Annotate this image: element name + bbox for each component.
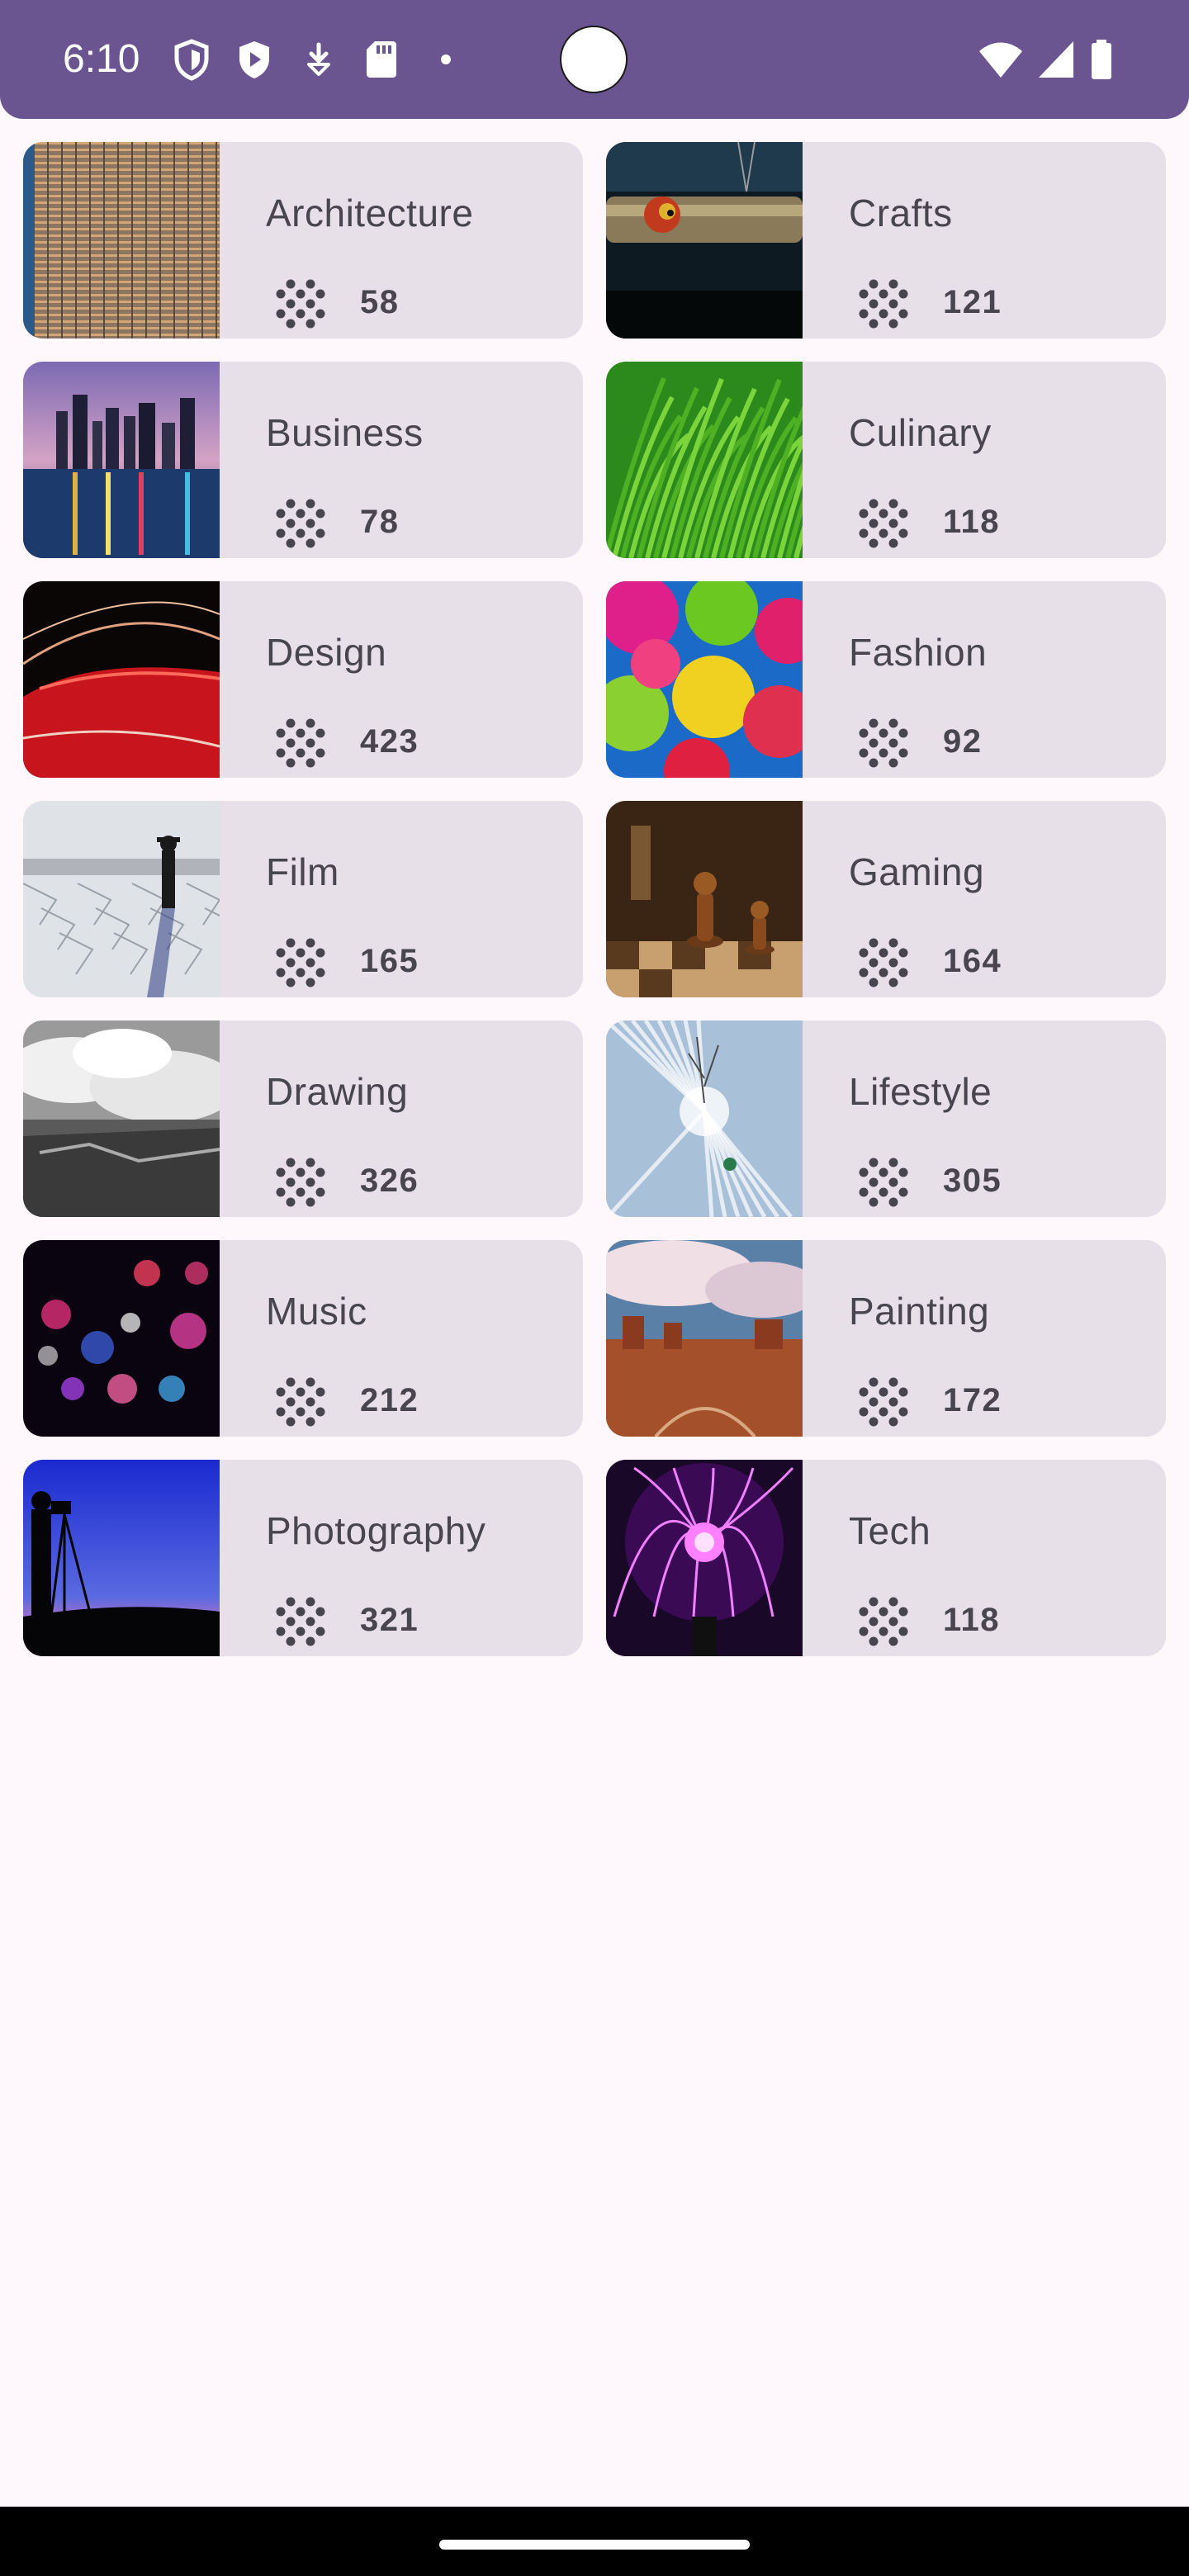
- category-card-culinary[interactable]: Culinary 118: [606, 362, 1166, 558]
- dots-grid-icon: [276, 279, 325, 329]
- category-card-design[interactable]: Design 423: [23, 581, 583, 778]
- category-title: Tech: [849, 1509, 931, 1552]
- dots-grid-icon: [276, 1597, 325, 1646]
- dots-grid-icon: [276, 718, 325, 768]
- category-title: Culinary: [849, 411, 992, 454]
- city-skyline-night-photo: [23, 362, 220, 558]
- category-title: Music: [266, 1290, 367, 1333]
- category-count: 326: [360, 1163, 419, 1199]
- category-card-photography[interactable]: Photography 321: [23, 1460, 583, 1656]
- category-title: Crafts: [849, 192, 953, 234]
- category-count: 212: [360, 1382, 419, 1418]
- category-title: Design: [266, 631, 387, 674]
- category-title: Film: [266, 850, 339, 893]
- building-facade-photo: [23, 142, 220, 339]
- desert-monuments-photo: [606, 1240, 803, 1437]
- category-card-fashion[interactable]: Fashion 92: [606, 581, 1166, 778]
- category-title: Drawing: [266, 1070, 409, 1113]
- play-protect-icon: [239, 41, 269, 78]
- navigation-bar: [0, 2507, 1189, 2576]
- category-title: Business: [266, 411, 424, 454]
- wifi-icon: [979, 42, 1022, 78]
- download-icon: [307, 42, 330, 76]
- category-title: Painting: [849, 1290, 990, 1333]
- dots-grid-icon: [276, 938, 325, 987]
- category-count: 164: [943, 943, 1002, 979]
- dots-grid-icon: [859, 1377, 908, 1427]
- sd-card-icon: [367, 41, 396, 78]
- bokeh-lights-photo: [23, 1240, 220, 1437]
- category-count: 118: [943, 504, 1001, 540]
- red-car-lights-photo: [23, 581, 220, 778]
- category-title: Fashion: [849, 631, 988, 674]
- category-card-tech[interactable]: Tech 118: [606, 1460, 1166, 1656]
- dots-grid-icon: [859, 499, 908, 548]
- status-time: 6:10: [63, 37, 140, 81]
- dots-grid-icon: [859, 279, 908, 329]
- dots-grid-icon: [859, 1158, 908, 1207]
- category-card-film[interactable]: Film 165: [23, 801, 583, 997]
- dots-grid-icon: [276, 1377, 325, 1427]
- category-count: 58: [360, 284, 400, 320]
- category-count: 165: [360, 943, 419, 979]
- photographer-silhouette-photo: [23, 1460, 220, 1656]
- category-count: 118: [943, 1602, 1001, 1638]
- category-card-architecture[interactable]: Architecture 58: [23, 142, 583, 339]
- category-count: 172: [943, 1382, 1002, 1418]
- plasma-ball-photo: [606, 1460, 803, 1656]
- colorful-umbrellas-photo: [606, 581, 803, 778]
- category-count: 321: [360, 1602, 419, 1638]
- category-card-music[interactable]: Music 212: [23, 1240, 583, 1437]
- category-count: 92: [943, 723, 983, 760]
- chess-pieces-photo: [606, 801, 803, 997]
- category-card-business[interactable]: Business 78: [23, 362, 583, 558]
- category-count: 78: [360, 504, 400, 540]
- category-count: 121: [943, 284, 1002, 320]
- dot-icon: [441, 54, 451, 64]
- category-card-drawing[interactable]: Drawing 326: [23, 1020, 583, 1217]
- category-count: 423: [360, 723, 419, 760]
- category-card-gaming[interactable]: Gaming 164: [606, 801, 1166, 997]
- snowy-skier-photo: [606, 1020, 803, 1217]
- category-title: Gaming: [849, 850, 985, 893]
- dots-grid-icon: [276, 1158, 325, 1207]
- dots-grid-icon: [859, 1597, 908, 1646]
- status-bar: 6:10: [0, 0, 1189, 119]
- camera-cutout: [560, 26, 628, 93]
- dots-grid-icon: [859, 938, 908, 987]
- category-title: Architecture: [266, 192, 474, 234]
- shield-icon: [174, 39, 209, 81]
- category-count: 305: [943, 1163, 1002, 1199]
- category-card-crafts[interactable]: Crafts 121: [606, 142, 1166, 339]
- green-grass-photo: [606, 362, 803, 558]
- dots-grid-icon: [859, 718, 908, 768]
- category-card-painting[interactable]: Painting 172: [606, 1240, 1166, 1437]
- person-on-salt-flat-photo: [23, 801, 220, 997]
- category-title: Photography: [266, 1509, 486, 1552]
- category-card-lifestyle[interactable]: Lifestyle 305: [606, 1020, 1166, 1217]
- home-gesture-handle[interactable]: [439, 2540, 750, 2550]
- clouds-canyon-bw-photo: [23, 1020, 220, 1217]
- signal-icon: [1039, 41, 1073, 78]
- dots-grid-icon: [276, 499, 325, 548]
- category-title: Lifestyle: [849, 1070, 992, 1113]
- pipe-bird-photo: [606, 142, 803, 339]
- battery-icon: [1092, 40, 1111, 79]
